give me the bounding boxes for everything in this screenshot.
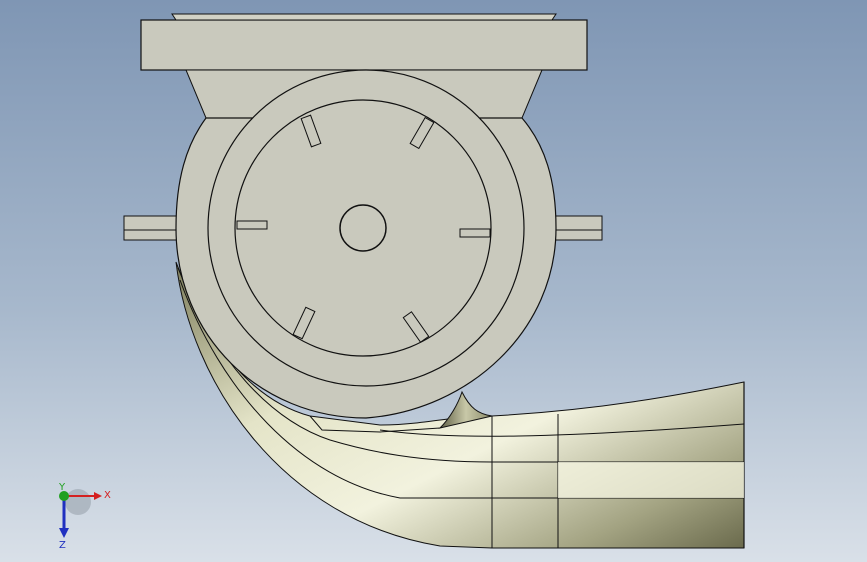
top-flange[interactable]	[140, 19, 588, 71]
z-axis-arrow-icon	[59, 528, 69, 538]
slot-left	[236, 220, 268, 230]
cad-3d-viewport[interactable]: X Y Z	[0, 0, 867, 562]
x-axis-arrow-icon	[94, 492, 102, 500]
orientation-triad[interactable]: X Y Z	[44, 480, 124, 551]
pump-model-view[interactable]	[0, 0, 867, 562]
top-flange-lip	[171, 13, 557, 21]
pump-casing[interactable]	[123, 13, 603, 419]
shaft-hub[interactable]	[339, 204, 387, 252]
y-axis-label: Y	[58, 482, 66, 493]
triad-origin-shadow	[65, 489, 91, 515]
slot-right	[459, 228, 491, 238]
z-axis-label: Z	[59, 540, 66, 550]
pipe-straight-highlight	[558, 462, 744, 498]
x-axis-label: X	[104, 490, 111, 501]
